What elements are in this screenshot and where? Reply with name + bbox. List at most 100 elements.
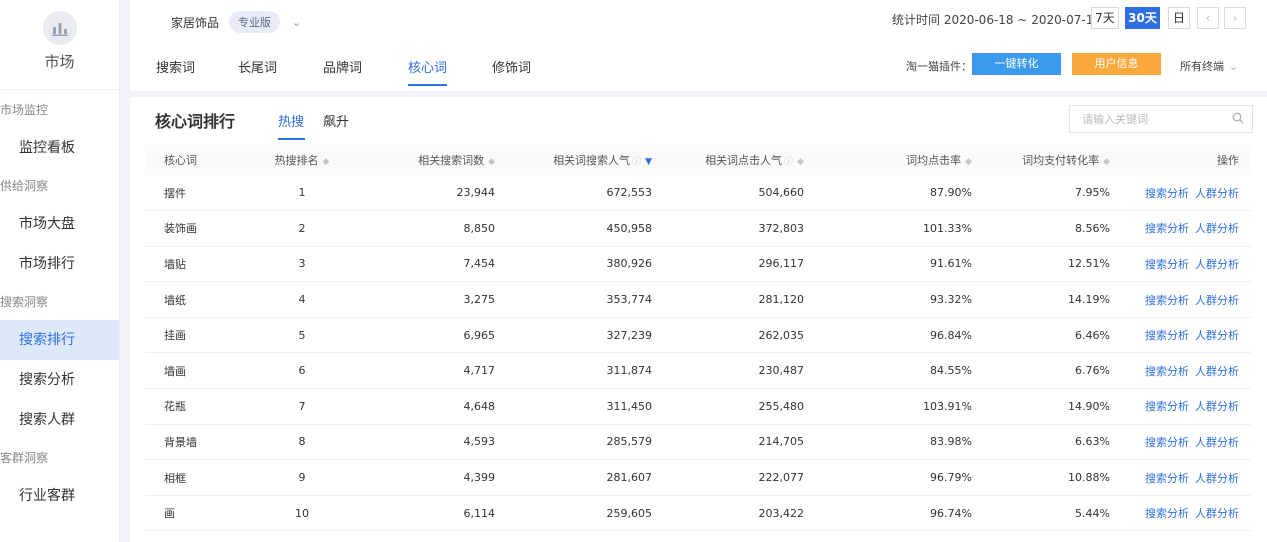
col-click-popularity[interactable]: 相关词点击人气 ⓘ ◆ — [664, 145, 816, 175]
rank-cell: 2 — [237, 210, 367, 247]
related-count-cell: 4,717 — [367, 352, 507, 390]
search-analysis-link[interactable]: 搜索分析 — [1145, 472, 1189, 485]
search-analysis-link[interactable]: 搜索分析 — [1145, 258, 1189, 271]
sidebar-item-market-overview[interactable]: 市场大盘 — [0, 204, 119, 244]
click-popularity-cell: 255,480 — [664, 388, 816, 425]
sort-icon[interactable]: ◆ — [965, 157, 972, 167]
panel-title: 核心词排行 — [155, 112, 236, 131]
search-analysis-link[interactable]: 搜索分析 — [1145, 507, 1189, 520]
chevron-down-icon[interactable]: ⌄ — [292, 16, 301, 29]
sort-icon[interactable]: ◆ — [323, 157, 330, 167]
search-analysis-link[interactable]: 搜索分析 — [1145, 436, 1189, 449]
col-hot-rank[interactable]: 热搜排名 ◆ — [237, 145, 367, 175]
search-analysis-link[interactable]: 搜索分析 — [1145, 329, 1189, 342]
table-row: 装饰画 2 8,850 450,958 372,803 101.33% 8.56% 搜索分析人… — [145, 210, 1251, 247]
crowd-analysis-link[interactable]: 人群分析 — [1195, 365, 1239, 378]
related-count-cell: 7,454 — [367, 246, 507, 283]
conversion-rate-cell: 5.44% — [984, 495, 1122, 532]
tab-brand-word[interactable]: 品牌词 — [323, 57, 362, 76]
tab-core-word[interactable]: 核心词 — [408, 57, 447, 76]
rank-cell: 4 — [237, 281, 367, 318]
col-label: 相关词点击人气 — [705, 154, 783, 167]
actions-cell: 搜索分析 人群分析 — [1122, 495, 1251, 532]
active-tab-underline — [408, 84, 447, 86]
sidebar-item-search-ranking[interactable]: 搜索排行 — [0, 320, 119, 360]
related-count-cell: 6,965 — [367, 317, 507, 354]
conversion-rate-cell: 14.90% — [984, 388, 1122, 425]
tab-search-word[interactable]: 搜索词 — [156, 57, 195, 76]
search-popularity-cell: 327,239 — [507, 317, 664, 354]
sort-icon[interactable]: ◆ — [1103, 157, 1110, 167]
rank-cell: 9 — [237, 459, 367, 496]
sort-icon[interactable]: ▼ — [645, 157, 652, 167]
crowd-analysis-link[interactable]: 人群分析 — [1195, 472, 1239, 485]
search-popularity-cell: 281,607 — [507, 459, 664, 496]
related-count-cell: 6,114 — [367, 495, 507, 532]
click-popularity-cell: 296,117 — [664, 246, 816, 283]
search-analysis-link[interactable]: 搜索分析 — [1145, 400, 1189, 413]
keyword-cell: 装饰画 — [145, 210, 237, 247]
keyword-cell: 背景墙 — [145, 424, 237, 461]
sort-icon[interactable]: ◆ — [488, 157, 495, 167]
sidebar-item-market-ranking[interactable]: 市场排行 — [0, 244, 119, 284]
search-popularity-cell: 353,774 — [507, 281, 664, 318]
sort-icon[interactable]: ◆ — [797, 157, 804, 167]
crowd-analysis-link[interactable]: 人群分析 — [1195, 294, 1239, 307]
col-search-popularity[interactable]: 相关词搜索人气 ⓘ ▼ — [507, 145, 664, 175]
sub-tab-hot[interactable]: 热搜 — [278, 111, 304, 130]
keyword-cell: 花瓶 — [145, 388, 237, 425]
sidebar-item-search-crowd[interactable]: 搜索人群 — [0, 400, 119, 440]
actions-cell: 搜索分析 人群分析 — [1122, 175, 1251, 212]
crowd-analysis-link[interactable]: 人群分析 — [1195, 187, 1239, 200]
sidebar: 市场 市场监控 监控看板 供给洞察 市场大盘 市场排行 搜索洞察 搜索排行 搜索… — [0, 0, 120, 542]
crowd-analysis-link[interactable]: 人群分析 — [1195, 222, 1239, 235]
crowd-analysis-link[interactable]: 人群分析 — [1195, 436, 1239, 449]
next-icon[interactable]: › — [1224, 7, 1246, 29]
search-analysis-link[interactable]: 搜索分析 — [1145, 294, 1189, 307]
terminal-select[interactable]: 所有终端 ⌄ — [1180, 58, 1238, 74]
crowd-analysis-link[interactable]: 人群分析 — [1195, 400, 1239, 413]
sidebar-item-monitor-board[interactable]: 监控看板 — [0, 128, 119, 168]
convert-button[interactable]: 一键转化 — [972, 53, 1061, 75]
help-icon[interactable]: ⓘ — [632, 157, 641, 167]
rank-cell: 3 — [237, 246, 367, 283]
search-analysis-link[interactable]: 搜索分析 — [1145, 222, 1189, 235]
category-selector[interactable]: 家居饰品 专业版 ⌄ — [171, 11, 301, 33]
crowd-analysis-link[interactable]: 人群分析 — [1195, 507, 1239, 520]
col-click-rate[interactable]: 词均点击率 ◆ — [816, 145, 984, 175]
help-icon[interactable]: ⓘ — [784, 157, 793, 167]
search-analysis-link[interactable]: 搜索分析 — [1145, 365, 1189, 378]
table-row: 相框 9 4,399 281,607 222,077 96.79% 10.88% 搜索分析 人群… — [145, 459, 1251, 496]
sidebar-item-search-analysis[interactable]: 搜索分析 — [0, 360, 119, 400]
rank-cell: 7 — [237, 388, 367, 425]
prev-icon[interactable]: ‹ — [1197, 7, 1219, 29]
sub-tab-underline — [278, 138, 305, 140]
user-info-button[interactable]: 用户信息 — [1072, 53, 1161, 75]
search-icon[interactable] — [1232, 112, 1244, 124]
search-input[interactable] — [1082, 106, 1232, 132]
click-rate-cell: 83.98% — [816, 424, 984, 461]
col-related-count[interactable]: 相关搜索词数 ◆ — [367, 145, 507, 175]
conversion-rate-cell: 6.46% — [984, 317, 1122, 354]
crowd-analysis-link[interactable]: 人群分析 — [1195, 258, 1239, 271]
tab-modifier-word[interactable]: 修饰词 — [492, 57, 531, 76]
search-popularity-cell: 285,579 — [507, 424, 664, 461]
sub-tab-rising[interactable]: 飙升 — [323, 111, 349, 130]
range-day-button[interactable]: 日 — [1168, 7, 1190, 29]
conversion-rate-cell: 8.56% — [984, 210, 1122, 247]
range-30d-button[interactable]: 30天 — [1125, 7, 1160, 29]
tab-long-tail[interactable]: 长尾词 — [238, 57, 277, 76]
click-popularity-cell: 372,803 — [664, 210, 816, 247]
keyword-cell: 摆件 — [145, 175, 237, 212]
click-rate-cell: 96.84% — [816, 317, 984, 354]
search-popularity-cell: 380,926 — [507, 246, 664, 283]
search-analysis-link[interactable]: 搜索分析 — [1145, 187, 1189, 200]
col-conversion-rate[interactable]: 词均支付转化率 ◆ — [984, 145, 1122, 175]
range-7d-button[interactable]: 7天 — [1091, 7, 1119, 29]
crowd-analysis-link[interactable]: 人群分析 — [1195, 329, 1239, 342]
search-popularity-cell: 311,450 — [507, 388, 664, 425]
keyword-search[interactable] — [1069, 105, 1253, 133]
sidebar-item-industry-customer[interactable]: 行业客群 — [0, 476, 119, 516]
nav-group-search: 搜索洞察 — [0, 295, 49, 309]
nav-group-customer: 客群洞察 — [0, 451, 49, 465]
